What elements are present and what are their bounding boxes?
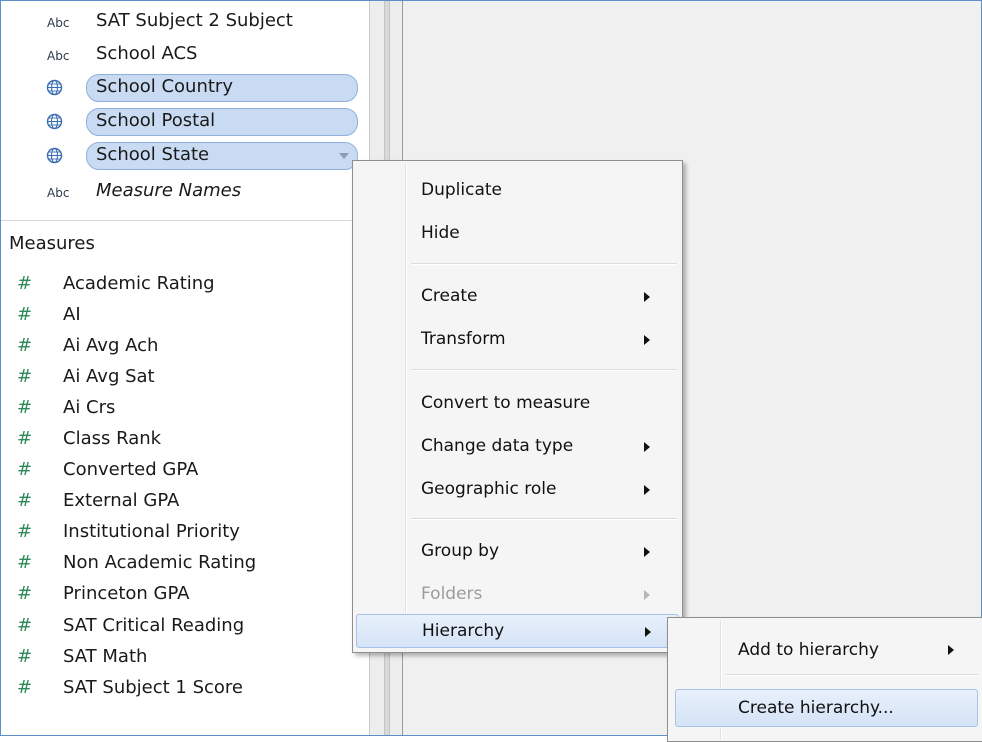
dimension-item-selected[interactable]: School Postal bbox=[1, 107, 373, 137]
dimension-item-selected[interactable]: School Country bbox=[1, 73, 373, 103]
menu-item-label: Group by bbox=[421, 541, 500, 561]
number-type-icon: # bbox=[17, 458, 33, 480]
string-type-icon: Abc bbox=[47, 16, 70, 30]
measure-label: Ai Avg Ach bbox=[63, 334, 159, 356]
string-type-icon: Abc bbox=[47, 49, 70, 63]
number-type-icon: # bbox=[17, 551, 33, 573]
menu-item-label: Folders bbox=[421, 584, 483, 604]
globe-icon bbox=[46, 147, 63, 164]
dimension-item-selected[interactable]: School State bbox=[1, 141, 373, 171]
measure-label: Ai Crs bbox=[63, 396, 116, 418]
menu-item-transform[interactable]: Transform bbox=[353, 322, 682, 356]
dimension-label: Measure Names bbox=[96, 180, 242, 201]
measure-label: Princeton GPA bbox=[63, 582, 190, 604]
dimension-label: School Postal bbox=[96, 110, 216, 131]
menu-item-label: Convert to measure bbox=[421, 393, 591, 413]
section-divider bbox=[1, 220, 373, 221]
menu-item-group-by[interactable]: Group by bbox=[353, 534, 682, 568]
submenu-arrow-icon bbox=[644, 335, 650, 345]
menu-item-label: Hierarchy bbox=[422, 621, 505, 641]
submenu-arrow-icon bbox=[644, 590, 650, 600]
menu-separator bbox=[411, 369, 677, 371]
chevron-down-icon[interactable] bbox=[339, 153, 349, 159]
measure-label: SAT Subject 1 Score bbox=[63, 676, 243, 698]
menu-item-hierarchy[interactable]: Hierarchy bbox=[356, 614, 679, 648]
measure-label: Converted GPA bbox=[63, 458, 199, 480]
menu-item-geographic-role[interactable]: Geographic role bbox=[353, 472, 682, 506]
menu-item-label: Hide bbox=[421, 223, 460, 243]
number-type-icon: # bbox=[17, 396, 33, 418]
number-type-icon: # bbox=[17, 334, 33, 356]
measure-label: Ai Avg Sat bbox=[63, 365, 155, 387]
submenu-arrow-icon bbox=[948, 645, 954, 655]
globe-icon bbox=[46, 113, 63, 130]
data-pane: Abc SAT Subject 2 Subject Abc School ACS… bbox=[1, 1, 373, 735]
menu-separator bbox=[411, 518, 677, 520]
number-type-icon: # bbox=[17, 614, 33, 636]
menu-item-label: Change data type bbox=[421, 436, 574, 456]
submenu-arrow-icon bbox=[645, 627, 651, 637]
hierarchy-submenu: Add to hierarchy Create hierarchy... bbox=[667, 617, 982, 742]
number-type-icon: # bbox=[17, 303, 33, 325]
dimension-label: School State bbox=[96, 144, 210, 165]
submenu-arrow-icon bbox=[644, 547, 650, 557]
menu-item-hide[interactable]: Hide bbox=[353, 216, 682, 250]
number-type-icon: # bbox=[17, 272, 33, 294]
dimension-label: SAT Subject 2 Subject bbox=[96, 10, 293, 31]
globe-icon bbox=[46, 79, 63, 96]
menu-item-label: Create hierarchy... bbox=[738, 698, 894, 718]
menu-item-label: Create bbox=[421, 286, 478, 306]
menu-item-label: Transform bbox=[421, 329, 506, 349]
menu-item-folders: Folders bbox=[353, 577, 682, 611]
measure-label: Class Rank bbox=[63, 427, 162, 449]
number-type-icon: # bbox=[17, 427, 33, 449]
menu-item-duplicate[interactable]: Duplicate bbox=[353, 173, 682, 207]
menu-item-add-to-hierarchy[interactable]: Add to hierarchy bbox=[668, 631, 982, 669]
menu-item-create-hierarchy[interactable]: Create hierarchy... bbox=[675, 689, 978, 727]
measure-label: AI bbox=[63, 303, 81, 325]
measure-label: SAT Math bbox=[63, 645, 148, 667]
submenu-arrow-icon bbox=[644, 485, 650, 495]
measure-label: Non Academic Rating bbox=[63, 551, 257, 573]
measure-label: Academic Rating bbox=[63, 272, 215, 294]
menu-item-convert-to-measure[interactable]: Convert to measure bbox=[353, 386, 682, 420]
dimension-label: School ACS bbox=[96, 43, 198, 64]
measure-label: SAT Critical Reading bbox=[63, 614, 245, 636]
menu-item-label: Add to hierarchy bbox=[738, 640, 879, 660]
string-type-icon: Abc bbox=[47, 186, 70, 200]
number-type-icon: # bbox=[17, 520, 33, 542]
number-type-icon: # bbox=[17, 489, 33, 511]
menu-item-change-data-type[interactable]: Change data type bbox=[353, 429, 682, 463]
submenu-arrow-icon bbox=[644, 442, 650, 452]
measures-header: Measures bbox=[9, 233, 95, 254]
number-type-icon: # bbox=[17, 365, 33, 387]
number-type-icon: # bbox=[17, 676, 33, 698]
number-type-icon: # bbox=[17, 645, 33, 667]
menu-separator bbox=[411, 263, 677, 265]
menu-item-label: Duplicate bbox=[421, 180, 502, 200]
number-type-icon: # bbox=[17, 582, 33, 604]
context-menu: Duplicate Hide Create Transform Convert … bbox=[352, 160, 683, 653]
dimension-label: School Country bbox=[96, 76, 233, 97]
measure-label: Institutional Priority bbox=[63, 520, 240, 542]
menu-item-label: Geographic role bbox=[421, 479, 557, 499]
submenu-arrow-icon bbox=[644, 292, 650, 302]
menu-item-create[interactable]: Create bbox=[353, 279, 682, 313]
measure-label: External GPA bbox=[63, 489, 180, 511]
menu-separator bbox=[726, 674, 978, 676]
